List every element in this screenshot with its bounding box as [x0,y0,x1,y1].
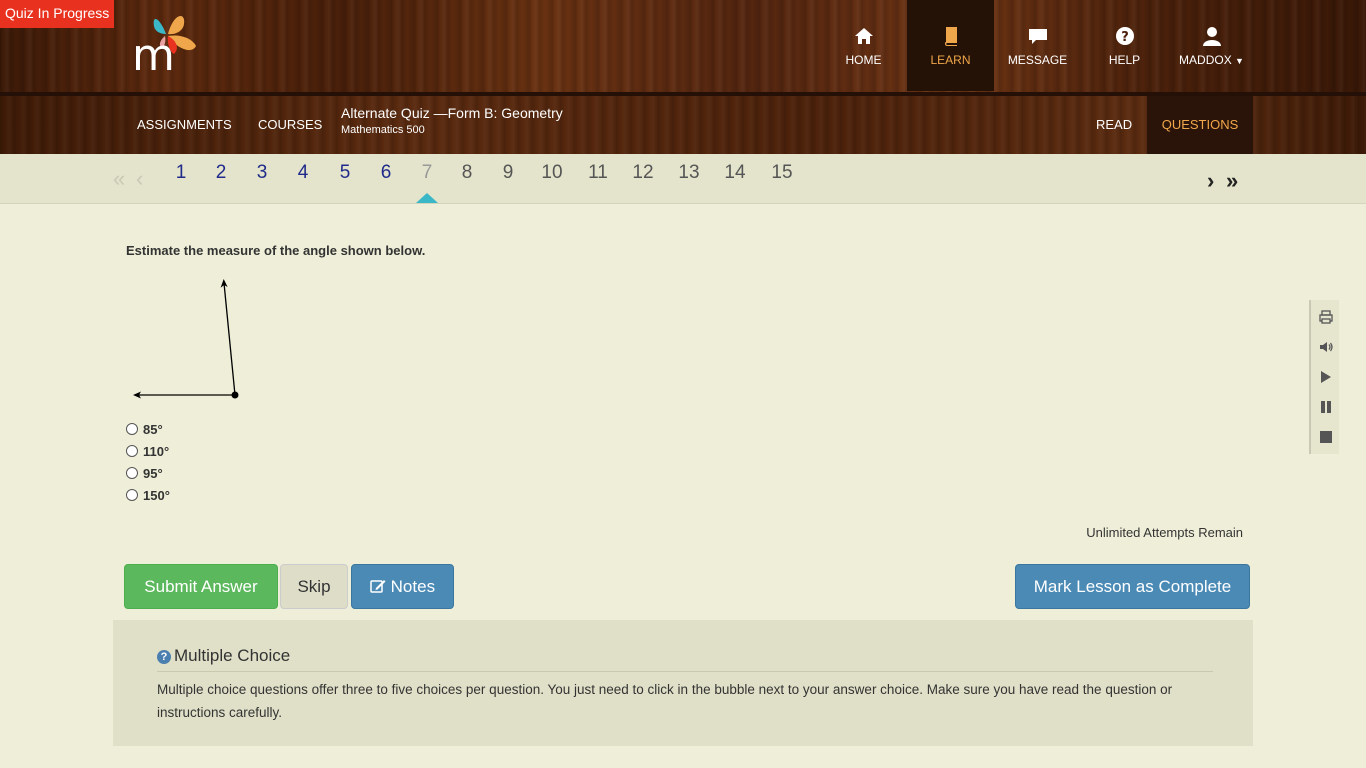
course-header: ASSIGNMENTS COURSES Alternate Quiz —Form… [0,96,1366,154]
volume-icon[interactable] [1319,340,1333,354]
info-description: Multiple choice questions offer three to… [157,682,1173,720]
questions-tab[interactable]: QUESTIONS [1147,96,1253,154]
question-link-15[interactable]: 15 [762,162,802,184]
book-icon [907,26,994,48]
user-menu-label: MADDOX ▼ [1168,53,1255,67]
nav-label: HOME [845,53,882,67]
question-link-1[interactable]: 1 [161,162,201,184]
radio-button[interactable] [126,445,138,457]
nav-label: MADDOX [1179,53,1232,67]
choice-label: 150° [143,487,170,503]
question-link-14[interactable]: 14 [715,162,755,184]
answer-choices: 85° 110° 95° 150° [126,418,170,506]
logo[interactable]: m [130,8,202,81]
attempts-remaining: Unlimited Attempts Remain [1086,525,1243,540]
question-link-8[interactable]: 8 [447,162,487,184]
skip-button[interactable]: Skip [280,564,348,609]
help-icon: ? [1081,26,1168,48]
message-icon [994,26,1081,48]
choice-label: 85° [143,421,163,437]
current-question-indicator [416,193,438,203]
question-link-3[interactable]: 3 [242,162,282,184]
courses-link[interactable]: COURSES [258,96,322,154]
choice-label: 95° [143,465,163,481]
stop-icon[interactable] [1319,430,1333,444]
lesson-title-block: Alternate Quiz —Form B: Geometry Mathema… [341,105,563,136]
angle-diagram [126,270,256,415]
play-icon[interactable] [1319,370,1333,384]
question-link-11[interactable]: 11 [578,162,618,184]
question-pager: « ‹ 1 2 3 4 5 6 7 8 9 10 11 12 13 14 15 … [0,154,1366,204]
nav-learn[interactable]: LEARN [907,0,994,91]
question-link-5[interactable]: 5 [325,162,365,184]
notes-label: Notes [390,577,436,596]
radio-button[interactable] [126,423,138,435]
home-icon [820,26,907,48]
nav-label: MESSAGE [1007,53,1068,67]
assignments-link[interactable]: ASSIGNMENTS [137,96,232,154]
question-link-7-current[interactable]: 7 [407,162,447,184]
notes-button[interactable]: Notes [351,564,454,609]
lesson-title: Alternate Quiz —Form B: Geometry [341,105,563,121]
svg-text:m: m [132,30,175,74]
print-icon[interactable] [1319,310,1333,324]
nav-label: LEARN [930,53,971,67]
question-link-12[interactable]: 12 [623,162,663,184]
pause-icon[interactable] [1319,400,1333,414]
info-heading: ? Multiple Choice [157,646,1213,672]
top-header: m HOME LEARN MESSAGE ? HELP MADDOX ▼ [0,0,1366,96]
first-page-icon[interactable]: « [113,168,125,190]
user-icon [1168,26,1255,48]
mark-lesson-complete-button[interactable]: Mark Lesson as Complete [1015,564,1250,609]
choice-option[interactable]: 150° [126,484,170,506]
reader-toolbar [1309,300,1339,454]
last-page-icon[interactable]: » [1226,170,1238,192]
nav-message[interactable]: MESSAGE [994,0,1081,91]
caret-down-icon: ▼ [1235,56,1244,66]
svg-text:?: ? [1121,30,1129,45]
quiz-status-badge: Quiz In Progress [0,0,115,28]
nav-home[interactable]: HOME [820,0,907,91]
nav-help[interactable]: ? HELP [1081,0,1168,91]
question-link-2[interactable]: 2 [201,162,241,184]
question-type-info-panel: ? Multiple Choice Multiple choice questio… [113,620,1253,746]
submit-answer-button[interactable]: Submit Answer [124,564,278,609]
choice-option[interactable]: 110° [126,440,170,462]
nav-label: HELP [1108,53,1141,67]
edit-icon [370,567,386,610]
next-page-icon[interactable]: › [1207,170,1214,192]
question-text: Estimate the measure of the angle shown … [126,243,426,258]
question-link-6[interactable]: 6 [366,162,406,184]
prev-page-icon[interactable]: ‹ [136,168,143,190]
info-heading-text: Multiple Choice [174,646,291,665]
question-link-13[interactable]: 13 [669,162,709,184]
question-link-4[interactable]: 4 [283,162,323,184]
choice-option[interactable]: 85° [126,418,170,440]
nav-user-menu[interactable]: MADDOX ▼ [1168,0,1255,91]
read-tab[interactable]: READ [1096,96,1132,154]
question-link-10[interactable]: 10 [532,162,572,184]
radio-button[interactable] [126,489,138,501]
choice-option[interactable]: 95° [126,462,170,484]
question-mark-icon: ? [157,650,171,664]
radio-button[interactable] [126,467,138,479]
choice-label: 110° [143,443,170,459]
question-link-9[interactable]: 9 [488,162,528,184]
course-name: Mathematics 500 [341,124,425,136]
